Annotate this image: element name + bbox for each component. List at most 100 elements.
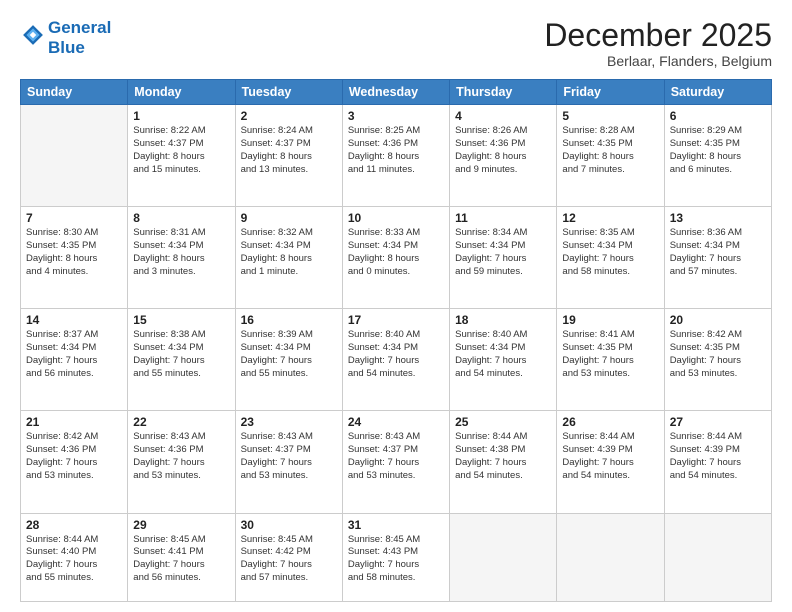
day-number: 7 bbox=[26, 211, 122, 225]
calendar-day-cell bbox=[664, 513, 771, 602]
day-info: Sunrise: 8:43 AMSunset: 4:36 PMDaylight:… bbox=[133, 431, 229, 482]
calendar-day-cell: 7 Sunrise: 8:30 AMSunset: 4:35 PMDaylight… bbox=[21, 207, 128, 309]
day-info: Sunrise: 8:37 AMSunset: 4:34 PMDaylight:… bbox=[26, 329, 122, 380]
day-number: 16 bbox=[241, 313, 337, 327]
calendar-day-cell: 21 Sunrise: 8:42 AMSunset: 4:36 PMDayligh… bbox=[21, 411, 128, 513]
day-number: 14 bbox=[26, 313, 122, 327]
day-number: 21 bbox=[26, 415, 122, 429]
day-number: 22 bbox=[133, 415, 229, 429]
day-info: Sunrise: 8:44 AMSunset: 4:39 PMDaylight:… bbox=[670, 431, 766, 482]
day-info: Sunrise: 8:35 AMSunset: 4:34 PMDaylight:… bbox=[562, 227, 658, 278]
day-number: 8 bbox=[133, 211, 229, 225]
day-number: 6 bbox=[670, 109, 766, 123]
calendar-day-cell: 16 Sunrise: 8:39 AMSunset: 4:34 PMDayligh… bbox=[235, 309, 342, 411]
location: Berlaar, Flanders, Belgium bbox=[544, 53, 772, 69]
calendar-day-cell: 10 Sunrise: 8:33 AMSunset: 4:34 PMDayligh… bbox=[342, 207, 449, 309]
calendar-day-cell: 24Sunrise: 8:43 AMSunset: 4:37 PMDayligh… bbox=[342, 411, 449, 513]
calendar-day-header: Tuesday bbox=[235, 80, 342, 105]
calendar-header-row: SundayMondayTuesdayWednesdayThursdayFrid… bbox=[21, 80, 772, 105]
day-info: Sunrise: 8:44 AMSunset: 4:39 PMDaylight:… bbox=[562, 431, 658, 482]
day-number: 17 bbox=[348, 313, 444, 327]
day-number: 28 bbox=[26, 518, 122, 532]
day-number: 10 bbox=[348, 211, 444, 225]
day-number: 9 bbox=[241, 211, 337, 225]
calendar-day-cell: 9Sunrise: 8:32 AMSunset: 4:34 PMDaylight… bbox=[235, 207, 342, 309]
day-number: 23 bbox=[241, 415, 337, 429]
logo-line2: Blue bbox=[48, 38, 111, 58]
day-number: 1 bbox=[133, 109, 229, 123]
calendar-day-header: Wednesday bbox=[342, 80, 449, 105]
day-number: 26 bbox=[562, 415, 658, 429]
day-info: Sunrise: 8:44 AMSunset: 4:38 PMDaylight:… bbox=[455, 431, 551, 482]
calendar-day-cell: 11Sunrise: 8:34 AMSunset: 4:34 PMDayligh… bbox=[450, 207, 557, 309]
calendar-day-cell: 1 Sunrise: 8:22 AMSunset: 4:37 PMDaylight… bbox=[128, 105, 235, 207]
calendar-day-cell bbox=[450, 513, 557, 602]
logo-icon bbox=[22, 24, 44, 46]
day-info: Sunrise: 8:43 AMSunset: 4:37 PMDaylight:… bbox=[241, 431, 337, 482]
day-number: 15 bbox=[133, 313, 229, 327]
calendar-day-cell: 6 Sunrise: 8:29 AMSunset: 4:35 PMDaylight… bbox=[664, 105, 771, 207]
calendar-day-cell bbox=[557, 513, 664, 602]
calendar-week-row: 1 Sunrise: 8:22 AMSunset: 4:37 PMDaylight… bbox=[21, 105, 772, 207]
calendar-day-cell: 29 Sunrise: 8:45 AMSunset: 4:41 PMDayligh… bbox=[128, 513, 235, 602]
calendar-day-header: Thursday bbox=[450, 80, 557, 105]
day-number: 3 bbox=[348, 109, 444, 123]
calendar-day-header: Friday bbox=[557, 80, 664, 105]
calendar-day-cell: 18Sunrise: 8:40 AMSunset: 4:34 PMDayligh… bbox=[450, 309, 557, 411]
day-info: Sunrise: 8:45 AMSunset: 4:42 PMDaylight:… bbox=[241, 534, 337, 585]
day-number: 5 bbox=[562, 109, 658, 123]
calendar-day-cell bbox=[21, 105, 128, 207]
day-info: Sunrise: 8:31 AMSunset: 4:34 PMDaylight:… bbox=[133, 227, 229, 278]
day-info: Sunrise: 8:33 AMSunset: 4:34 PMDaylight:… bbox=[348, 227, 444, 278]
day-info: Sunrise: 8:30 AMSunset: 4:35 PMDaylight:… bbox=[26, 227, 122, 278]
day-number: 4 bbox=[455, 109, 551, 123]
day-info: Sunrise: 8:28 AMSunset: 4:35 PMDaylight:… bbox=[562, 125, 658, 176]
day-info: Sunrise: 8:22 AMSunset: 4:37 PMDaylight:… bbox=[133, 125, 229, 176]
day-number: 30 bbox=[241, 518, 337, 532]
calendar-day-cell: 8 Sunrise: 8:31 AMSunset: 4:34 PMDaylight… bbox=[128, 207, 235, 309]
page: General Blue December 2025 Berlaar, Flan… bbox=[0, 0, 792, 612]
calendar-week-row: 7 Sunrise: 8:30 AMSunset: 4:35 PMDaylight… bbox=[21, 207, 772, 309]
calendar-day-cell: 28Sunrise: 8:44 AMSunset: 4:40 PMDayligh… bbox=[21, 513, 128, 602]
calendar-day-cell: 31 Sunrise: 8:45 AMSunset: 4:43 PMDayligh… bbox=[342, 513, 449, 602]
title-block: December 2025 Berlaar, Flanders, Belgium bbox=[544, 18, 772, 69]
day-info: Sunrise: 8:34 AMSunset: 4:34 PMDaylight:… bbox=[455, 227, 551, 278]
calendar-day-cell: 13Sunrise: 8:36 AMSunset: 4:34 PMDayligh… bbox=[664, 207, 771, 309]
day-number: 24 bbox=[348, 415, 444, 429]
calendar-week-row: 28Sunrise: 8:44 AMSunset: 4:40 PMDayligh… bbox=[21, 513, 772, 602]
header: General Blue December 2025 Berlaar, Flan… bbox=[20, 18, 772, 69]
day-number: 12 bbox=[562, 211, 658, 225]
calendar-week-row: 21 Sunrise: 8:42 AMSunset: 4:36 PMDayligh… bbox=[21, 411, 772, 513]
calendar-day-cell: 14 Sunrise: 8:37 AMSunset: 4:34 PMDayligh… bbox=[21, 309, 128, 411]
calendar-day-cell: 30 Sunrise: 8:45 AMSunset: 4:42 PMDayligh… bbox=[235, 513, 342, 602]
day-info: Sunrise: 8:42 AMSunset: 4:35 PMDaylight:… bbox=[670, 329, 766, 380]
day-info: Sunrise: 8:45 AMSunset: 4:43 PMDaylight:… bbox=[348, 534, 444, 585]
calendar-day-cell: 25 Sunrise: 8:44 AMSunset: 4:38 PMDayligh… bbox=[450, 411, 557, 513]
day-info: Sunrise: 8:39 AMSunset: 4:34 PMDaylight:… bbox=[241, 329, 337, 380]
calendar-day-cell: 3 Sunrise: 8:25 AMSunset: 4:36 PMDaylight… bbox=[342, 105, 449, 207]
calendar-day-cell: 12 Sunrise: 8:35 AMSunset: 4:34 PMDayligh… bbox=[557, 207, 664, 309]
calendar-day-cell: 27 Sunrise: 8:44 AMSunset: 4:39 PMDayligh… bbox=[664, 411, 771, 513]
calendar-day-cell: 19Sunrise: 8:41 AMSunset: 4:35 PMDayligh… bbox=[557, 309, 664, 411]
day-info: Sunrise: 8:25 AMSunset: 4:36 PMDaylight:… bbox=[348, 125, 444, 176]
day-info: Sunrise: 8:42 AMSunset: 4:36 PMDaylight:… bbox=[26, 431, 122, 482]
day-number: 25 bbox=[455, 415, 551, 429]
calendar-day-cell: 17 Sunrise: 8:40 AMSunset: 4:34 PMDayligh… bbox=[342, 309, 449, 411]
calendar-week-row: 14 Sunrise: 8:37 AMSunset: 4:34 PMDayligh… bbox=[21, 309, 772, 411]
calendar-day-cell: 4Sunrise: 8:26 AMSunset: 4:36 PMDaylight… bbox=[450, 105, 557, 207]
month-title: December 2025 bbox=[544, 18, 772, 53]
day-info: Sunrise: 8:29 AMSunset: 4:35 PMDaylight:… bbox=[670, 125, 766, 176]
day-info: Sunrise: 8:24 AMSunset: 4:37 PMDaylight:… bbox=[241, 125, 337, 176]
calendar-day-header: Saturday bbox=[664, 80, 771, 105]
logo-line1: General bbox=[48, 18, 111, 38]
day-number: 27 bbox=[670, 415, 766, 429]
calendar-day-header: Monday bbox=[128, 80, 235, 105]
day-info: Sunrise: 8:45 AMSunset: 4:41 PMDaylight:… bbox=[133, 534, 229, 585]
day-number: 29 bbox=[133, 518, 229, 532]
day-info: Sunrise: 8:40 AMSunset: 4:34 PMDaylight:… bbox=[348, 329, 444, 380]
day-number: 31 bbox=[348, 518, 444, 532]
calendar-day-cell: 23 Sunrise: 8:43 AMSunset: 4:37 PMDayligh… bbox=[235, 411, 342, 513]
calendar-day-header: Sunday bbox=[21, 80, 128, 105]
day-number: 13 bbox=[670, 211, 766, 225]
day-info: Sunrise: 8:40 AMSunset: 4:34 PMDaylight:… bbox=[455, 329, 551, 380]
